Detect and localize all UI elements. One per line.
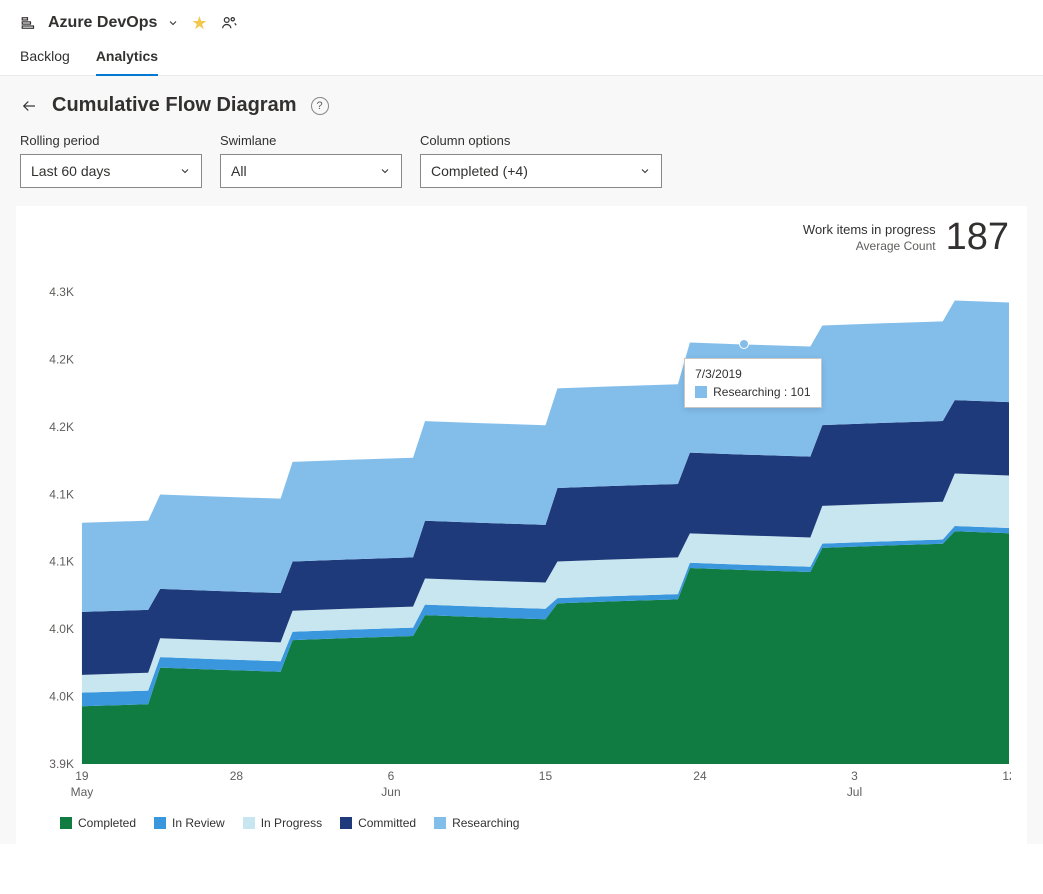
legend-swatch xyxy=(154,817,166,829)
legend-swatch xyxy=(434,817,446,829)
legend-item-in-progress[interactable]: In Progress xyxy=(243,816,322,830)
filters: Rolling period Last 60 days Swimlane All… xyxy=(0,133,1043,206)
x-month: Jun xyxy=(381,785,400,799)
legend-item-in-review[interactable]: In Review xyxy=(154,816,225,830)
chart-card: Work items in progress Average Count 187… xyxy=(16,206,1027,844)
swimlane-label: Swimlane xyxy=(220,133,402,148)
legend-swatch xyxy=(340,817,352,829)
chart-legend: Completed In Review In Progress Committed Re… xyxy=(32,806,1011,832)
column-options-label: Column options xyxy=(420,133,662,148)
column-options-value: Completed (+4) xyxy=(431,163,528,179)
stats-value: 187 xyxy=(946,218,1009,256)
rolling-period-select[interactable]: Last 60 days xyxy=(20,154,202,188)
legend-item-completed[interactable]: Completed xyxy=(60,816,136,830)
legend-item-researching[interactable]: Researching xyxy=(434,816,519,830)
tab-backlog[interactable]: Backlog xyxy=(20,44,70,75)
tooltip-series: Researching : 101 xyxy=(713,385,810,399)
legend-label: Committed xyxy=(358,816,416,830)
legend-swatch xyxy=(60,817,72,829)
y-tick: 4.0K xyxy=(49,690,74,704)
legend-swatch xyxy=(243,817,255,829)
cumulative-flow-chart[interactable]: 3.9K 4.0K 4.0K 4.1K 4.1K 4.2K 4.2K 4.3K 19 28 6 15… xyxy=(32,286,1011,806)
stats-title: Work items in progress xyxy=(803,222,936,239)
rolling-period-label: Rolling period xyxy=(20,133,202,148)
tooltip-swatch xyxy=(695,386,707,398)
chevron-down-icon xyxy=(379,165,391,177)
legend-label: Completed xyxy=(78,816,136,830)
help-icon[interactable]: ? xyxy=(311,97,329,115)
tabs: Backlog Analytics xyxy=(0,42,1043,76)
legend-label: Researching xyxy=(452,816,519,830)
x-tick: 15 xyxy=(539,769,553,783)
legend-label: In Review xyxy=(172,816,225,830)
stats-block: Work items in progress Average Count 187 xyxy=(803,218,1009,256)
x-tick: 28 xyxy=(230,769,244,783)
y-tick: 4.1K xyxy=(49,487,74,501)
column-options-select[interactable]: Completed (+4) xyxy=(420,154,662,188)
chevron-down-icon xyxy=(639,165,651,177)
chevron-down-icon xyxy=(179,165,191,177)
x-tick: 6 xyxy=(388,769,395,783)
chevron-down-icon[interactable] xyxy=(167,17,179,29)
star-icon[interactable]: ★ xyxy=(191,14,207,32)
x-tick: 12 xyxy=(1002,769,1011,783)
tab-analytics[interactable]: Analytics xyxy=(96,44,158,76)
y-tick: 4.3K xyxy=(49,286,74,299)
product-name: Azure DevOps xyxy=(48,14,157,32)
y-tick: 4.0K xyxy=(49,622,74,636)
legend-label: In Progress xyxy=(261,816,322,830)
y-tick: 4.2K xyxy=(49,420,74,434)
rolling-period-value: Last 60 days xyxy=(31,163,110,179)
x-tick: 24 xyxy=(693,769,707,783)
tooltip-date: 7/3/2019 xyxy=(695,367,810,381)
back-arrow-icon[interactable] xyxy=(20,97,38,115)
chart-tooltip: 7/3/2019 Researching : 101 xyxy=(684,358,821,408)
legend-item-committed[interactable]: Committed xyxy=(340,816,416,830)
x-month: May xyxy=(71,785,94,799)
swimlane-select[interactable]: All xyxy=(220,154,402,188)
x-tick: 3 xyxy=(851,769,858,783)
x-month: Jul xyxy=(847,785,862,799)
page-title: Cumulative Flow Diagram xyxy=(52,94,297,117)
devops-icon xyxy=(20,14,38,32)
swimlane-value: All xyxy=(231,163,247,179)
x-tick: 19 xyxy=(75,769,89,783)
y-tick: 4.1K xyxy=(49,555,74,569)
stats-subtitle: Average Count xyxy=(856,239,936,255)
people-icon[interactable] xyxy=(220,14,238,32)
y-tick: 4.2K xyxy=(49,352,74,366)
y-tick: 3.9K xyxy=(49,757,74,771)
